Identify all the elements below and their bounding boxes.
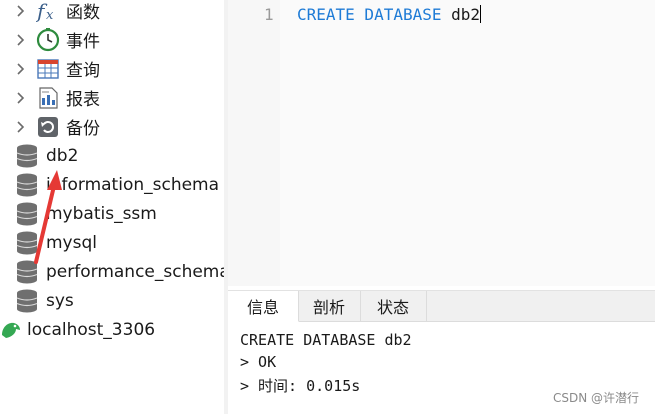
tab-info[interactable]: 信息 [228,291,299,322]
tab-label: 信息 [246,298,279,317]
sql-identifier: db2 [451,5,481,24]
output-line: > 时间: 0.015s [240,377,361,395]
sql-editor[interactable]: 1 CREATE DATABASE db2 [228,0,655,286]
tab-label: 状态 [376,298,409,317]
text-caret [480,5,482,23]
tab-status[interactable]: 状态 [360,291,427,321]
output-line: > OK [240,353,277,371]
annotation-arrow-icon [34,170,62,264]
navigation-tree: f x 函数 事件 查询 报表 备份 db2 information_schem… [0,0,224,414]
line-number-gutter: 1 [228,0,280,286]
tab-label: 剖析 [312,298,345,317]
line-number: 1 [264,5,274,24]
watermark: CSDN @许潜行 [552,391,639,405]
sql-keyword: CREATE DATABASE [297,5,442,24]
result-tabs: 信息 剖析 状态 [228,291,655,322]
output-line: CREATE DATABASE db2 [240,331,412,349]
tab-profile[interactable]: 剖析 [298,291,361,321]
sql-code-line[interactable]: CREATE DATABASE db2 [297,5,482,24]
